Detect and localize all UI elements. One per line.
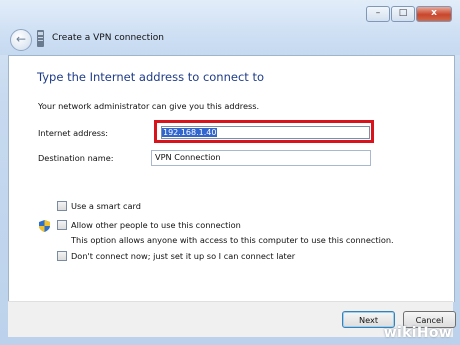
back-arrow-icon[interactable]: ←: [10, 29, 32, 51]
smart-card-label[interactable]: Use a smart card: [71, 201, 141, 211]
wikihow-watermark: wikiHow: [383, 325, 452, 341]
close-button[interactable]: x: [416, 6, 452, 22]
allow-others-label[interactable]: Allow other people to use this connectio…: [71, 220, 241, 230]
minimize-button[interactable]: –: [366, 6, 390, 22]
window-controls: – □ x: [366, 6, 452, 22]
internet-address-label: Internet address:: [38, 128, 109, 138]
dont-connect-label[interactable]: Don't connect now; just set it up so I c…: [71, 251, 295, 261]
page-heading: Type the Internet address to connect to: [37, 70, 264, 84]
dont-connect-checkbox[interactable]: [57, 251, 67, 261]
destination-name-label: Destination name:: [38, 153, 114, 163]
window-title: Create a VPN connection: [52, 33, 164, 43]
allow-others-checkbox[interactable]: [57, 220, 67, 230]
vpn-wizard-icon: [37, 30, 44, 47]
highlight-box: 192.168.1.40: [154, 120, 374, 143]
dialog-window: – □ x ← Create a VPN connection Type the…: [0, 0, 460, 345]
page-description: Your network administrator can give you …: [38, 101, 260, 111]
internet-address-input[interactable]: 192.168.1.40: [161, 126, 370, 139]
internet-address-value: 192.168.1.40: [162, 128, 218, 137]
destination-name-input[interactable]: VPN Connection: [151, 150, 371, 166]
uac-shield-icon: [39, 220, 50, 232]
wizard-page: Type the Internet address to connect to …: [8, 55, 455, 302]
smart-card-checkbox[interactable]: [57, 201, 67, 211]
maximize-button[interactable]: □: [391, 6, 415, 22]
allow-others-note: This option allows anyone with access to…: [71, 235, 394, 245]
